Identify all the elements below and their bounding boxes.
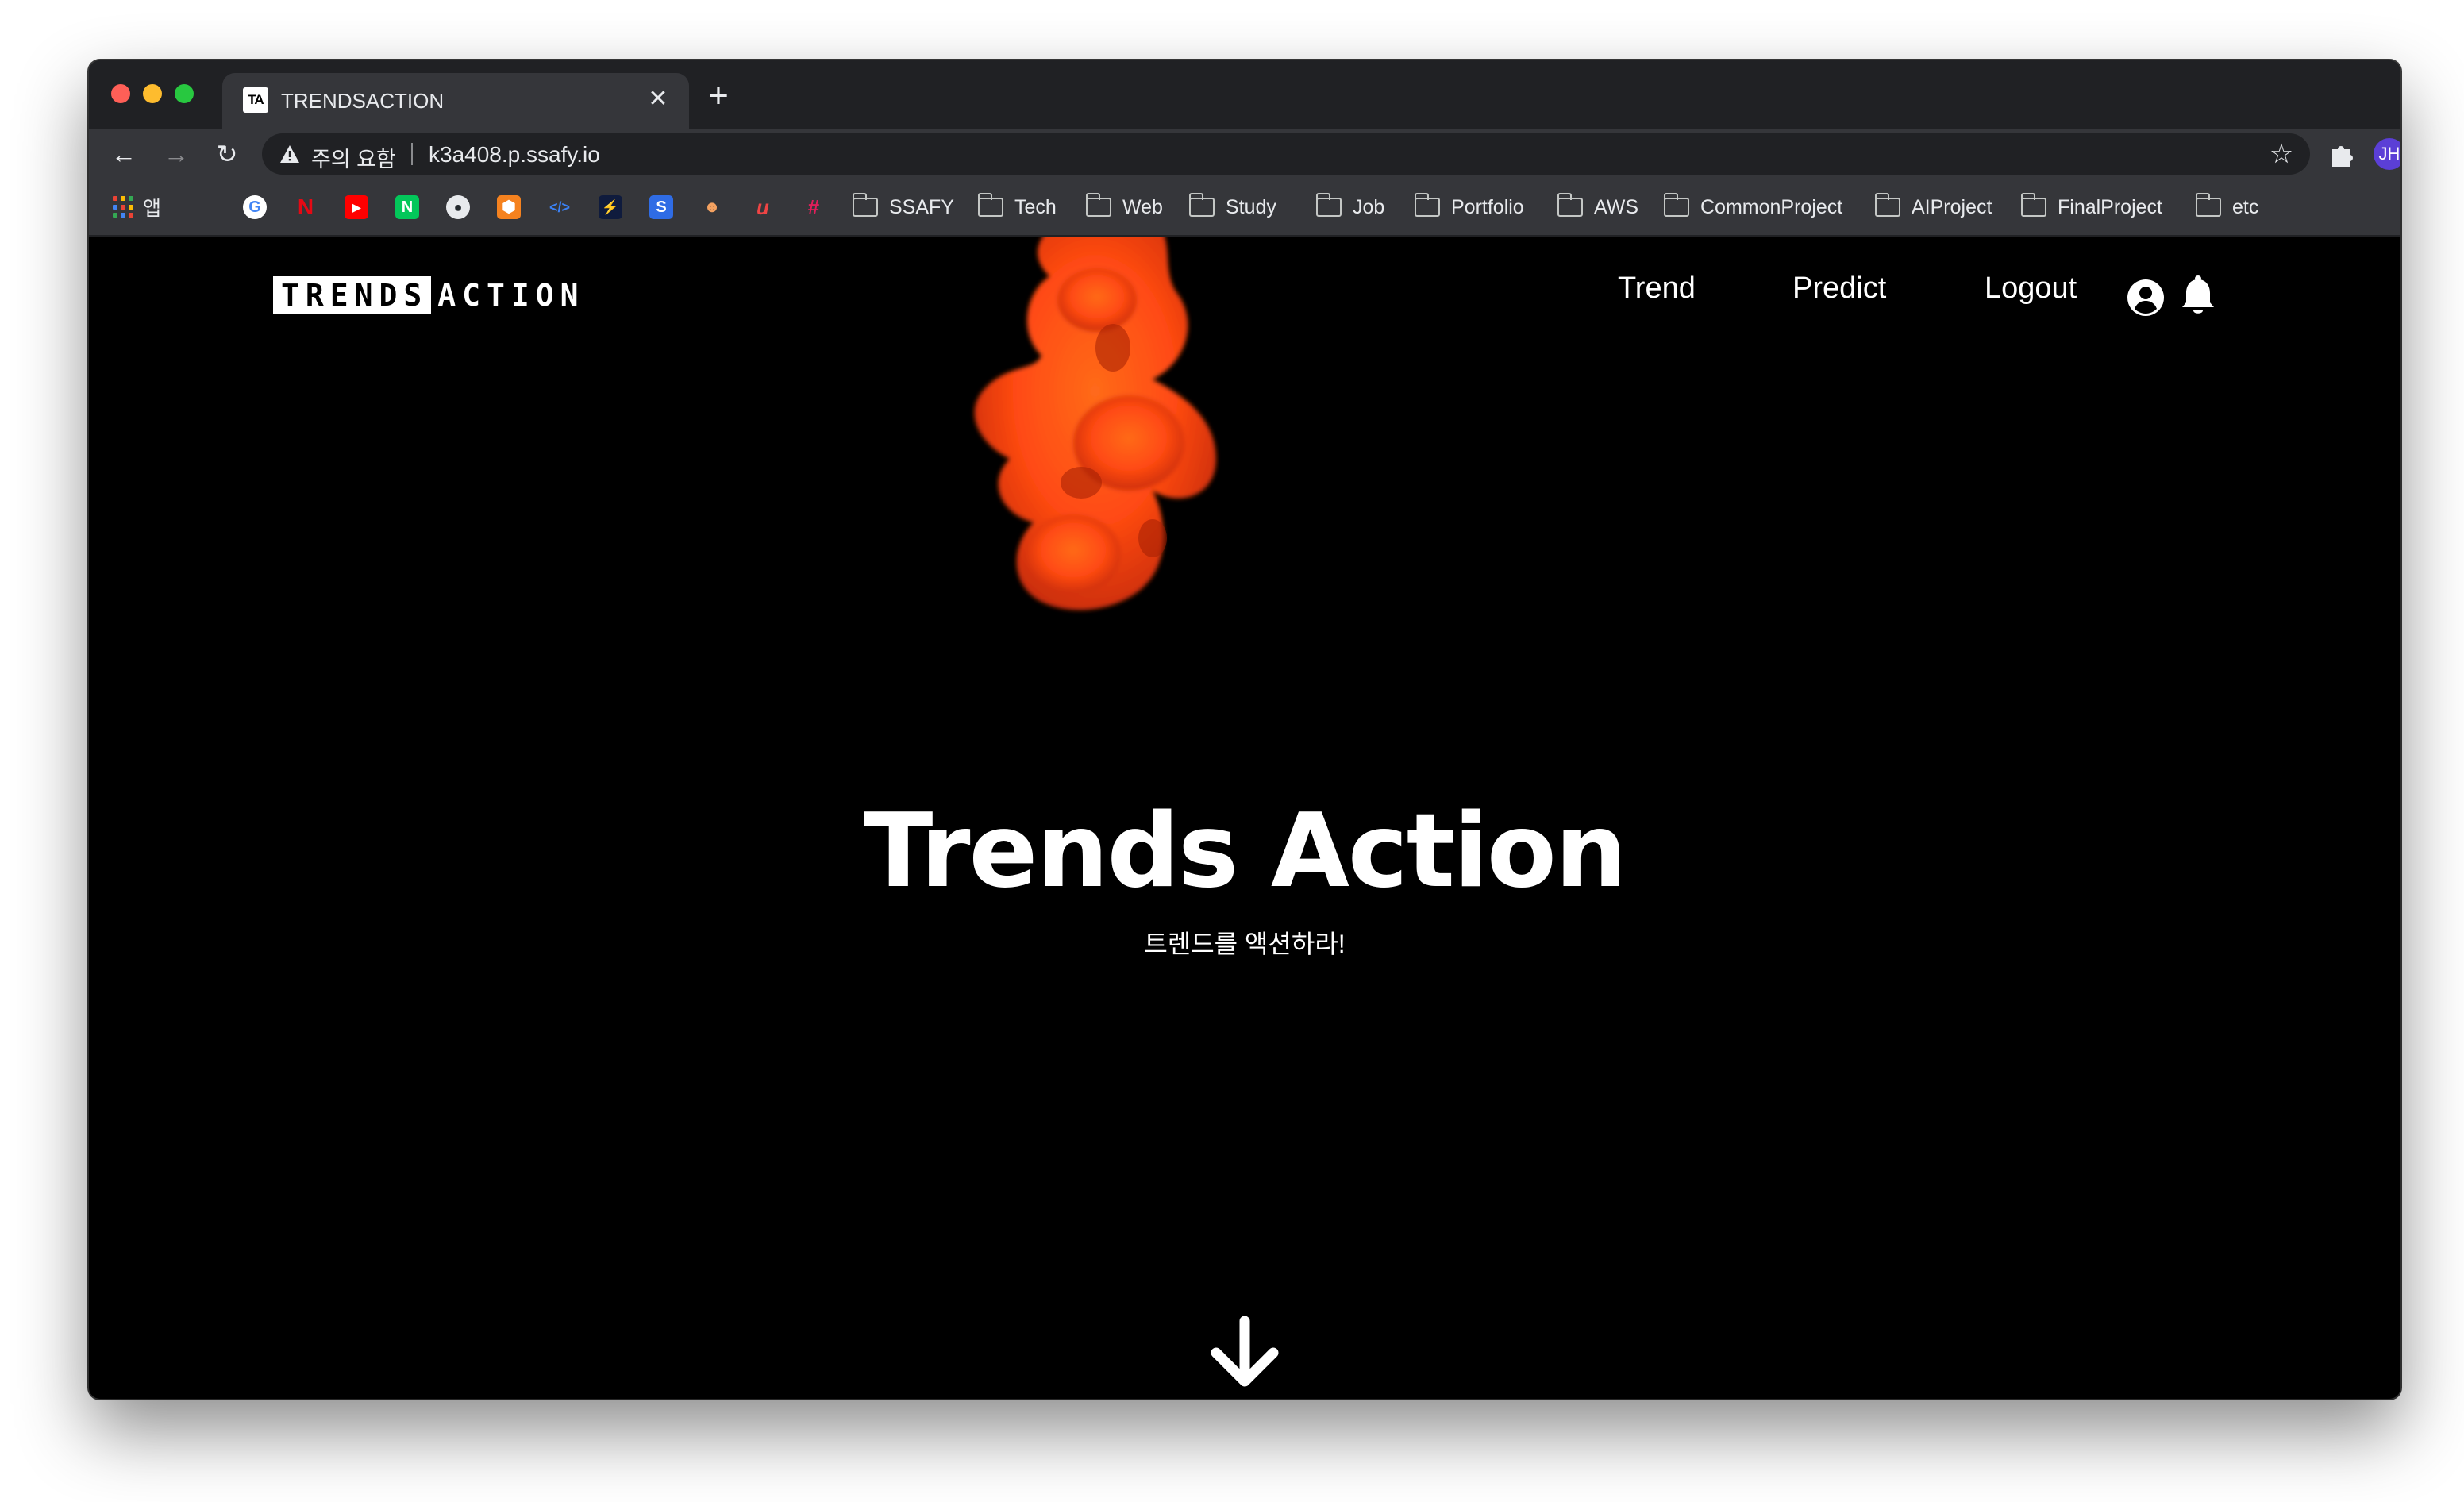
- logo-action-text: ACTION: [437, 278, 585, 313]
- ink-smoke-image: [974, 237, 1216, 610]
- warning-icon[interactable]: [279, 144, 300, 164]
- naver-icon: N: [395, 195, 419, 219]
- tab-strip: TA TRENDSACTION ✕ +: [89, 60, 2400, 129]
- bookmark-zapier[interactable]: ⚡: [599, 194, 622, 221]
- youtube-icon: ▶: [345, 195, 368, 219]
- profile-avatar[interactable]: JH: [2374, 138, 2400, 170]
- folder-icon: [1663, 193, 1689, 217]
- bolt-icon: ⚡: [599, 195, 622, 219]
- google-icon: G: [243, 195, 267, 219]
- tab-title: TRENDSACTION: [281, 89, 445, 113]
- hero-subtitle: 트렌드를 액션하라!: [1144, 930, 1346, 958]
- bookmark-folder-aiproject[interactable]: AIProject: [1874, 193, 1992, 221]
- bell-icon[interactable]: [2180, 275, 2216, 318]
- bookmark-folder-job[interactable]: Job: [1315, 193, 1385, 221]
- tab-trendsaction[interactable]: TA TRENDSACTION ✕: [222, 73, 689, 129]
- folder-icon: [2195, 193, 2221, 217]
- bookmark-folder-etc[interactable]: etc: [2195, 193, 2259, 221]
- user-circle-icon[interactable]: [2126, 278, 2166, 318]
- arrow-down-icon[interactable]: [1208, 1316, 1281, 1389]
- bookmark-folder-label: Portfolio: [1451, 195, 1524, 218]
- bookmark-folder-finalproject[interactable]: FinalProject: [2020, 193, 2162, 221]
- folder-icon: [1315, 193, 1342, 217]
- folder-icon: [1414, 193, 1440, 217]
- hero-title: Trends Action: [864, 792, 1627, 911]
- url-text[interactable]: k3a408.p.ssafy.io: [429, 142, 600, 168]
- apps-grid-icon: [113, 196, 135, 218]
- bookmark-folder-label: AIProject: [1912, 195, 1992, 218]
- tab-favicon-icon: TA: [243, 87, 268, 113]
- plus-icon[interactable]: +: [702, 79, 735, 114]
- apple-icon: [192, 195, 216, 219]
- address-bar[interactable]: 주의 요함 k3a408.p.ssafy.io ☆: [262, 133, 2310, 175]
- bookmark-folder-label: FinalProject: [2058, 195, 2162, 218]
- bookmark-slack[interactable]: #: [802, 194, 826, 221]
- folder-icon: [1874, 193, 1900, 217]
- code-icon: </>: [549, 199, 571, 215]
- bookmark-github[interactable]: ●: [446, 194, 470, 221]
- arrow-left-icon[interactable]: ←: [106, 137, 141, 171]
- bookmark-folder-label: Job: [1353, 195, 1385, 218]
- screenshot-stage: TA TRENDSACTION ✕ + ← → ↻ 주의 요함 k3a408.p…: [0, 0, 2464, 1502]
- folder-icon: [977, 193, 1003, 217]
- nav-predict-link[interactable]: Predict: [1792, 272, 1886, 306]
- u-logo-icon: u: [757, 195, 769, 219]
- package-icon: ⬢: [497, 195, 521, 219]
- bookmark-person[interactable]: ☻: [700, 194, 724, 221]
- bookmark-folder-label: Study: [1226, 195, 1276, 218]
- folder-icon: [852, 193, 878, 217]
- bookmarks-bar: 앱 G N ▶ N ● ⬢ </> ⚡ S ☻ u # SSAFY Tech W…: [89, 179, 2400, 237]
- puzzle-icon[interactable]: [2327, 140, 2356, 168]
- bookmark-folder-commonproject[interactable]: CommonProject: [1663, 193, 1843, 221]
- browser-window: TA TRENDSACTION ✕ + ← → ↻ 주의 요함 k3a408.p…: [89, 60, 2400, 1399]
- folder-icon: [1557, 193, 1583, 217]
- bookmark-package[interactable]: ⬢: [497, 194, 521, 221]
- netflix-icon: N: [297, 194, 314, 219]
- browser-toolbar: ← → ↻ 주의 요함 k3a408.p.ssafy.io ☆ JH ⋮: [89, 129, 2400, 179]
- bookmark-folder-tech[interactable]: Tech: [977, 193, 1057, 221]
- slack-icon: #: [807, 195, 820, 219]
- logo-trends-text: TRENDS: [273, 276, 432, 314]
- address-divider: [411, 143, 413, 165]
- folder-icon: [1085, 193, 1111, 217]
- close-icon[interactable]: ✕: [645, 86, 672, 113]
- close-window-button[interactable]: [111, 84, 130, 103]
- bookmark-folder-label: Tech: [1014, 195, 1057, 218]
- site-logo[interactable]: TRENDS ACTION: [273, 276, 585, 314]
- bookmark-youtube[interactable]: ▶: [345, 194, 368, 221]
- bookmark-folder-label: SSAFY: [889, 195, 954, 218]
- bookmark-google[interactable]: G: [243, 194, 267, 221]
- bookmark-code[interactable]: </>: [548, 194, 572, 221]
- minimize-window-button[interactable]: [143, 84, 162, 103]
- bookmark-folder-ssafy[interactable]: SSAFY: [852, 193, 954, 221]
- star-icon[interactable]: ☆: [2267, 140, 2296, 168]
- bookmark-u[interactable]: u: [751, 194, 775, 221]
- bookmark-folder-aws[interactable]: AWS: [1557, 193, 1639, 221]
- bookmark-folder-study[interactable]: Study: [1188, 193, 1276, 221]
- folder-icon: [1188, 193, 1215, 217]
- bookmark-apps-label: 앱: [143, 198, 162, 220]
- bookmark-s[interactable]: S: [649, 194, 673, 221]
- bookmark-folder-label: AWS: [1594, 195, 1639, 218]
- bookmark-folder-label: CommonProject: [1700, 195, 1843, 218]
- bookmark-naver[interactable]: N: [395, 194, 419, 221]
- folder-icon: [2020, 193, 2046, 217]
- person-icon: ☻: [703, 198, 721, 216]
- web-page: TRENDS ACTION Trend Predict Logout Trend…: [89, 237, 2400, 1399]
- bookmark-folder-portfolio[interactable]: Portfolio: [1414, 193, 1524, 221]
- arrow-right-icon[interactable]: →: [159, 137, 194, 171]
- bookmark-apps[interactable]: 앱: [113, 194, 161, 221]
- nav-logout-link[interactable]: Logout: [1985, 272, 2077, 306]
- bookmark-folder-label: etc: [2232, 195, 2259, 218]
- bookmark-folder-label: Web: [1122, 195, 1163, 218]
- nav-trend-link[interactable]: Trend: [1618, 272, 1696, 306]
- reload-icon[interactable]: ↻: [210, 137, 244, 171]
- bookmark-apple[interactable]: [192, 194, 216, 221]
- maximize-window-button[interactable]: [175, 84, 194, 103]
- s-logo-icon: S: [649, 195, 673, 219]
- github-icon: ●: [446, 195, 470, 219]
- security-label[interactable]: 주의 요함: [311, 142, 396, 173]
- bookmark-netflix[interactable]: N: [294, 194, 318, 221]
- bookmark-folder-web[interactable]: Web: [1085, 193, 1163, 221]
